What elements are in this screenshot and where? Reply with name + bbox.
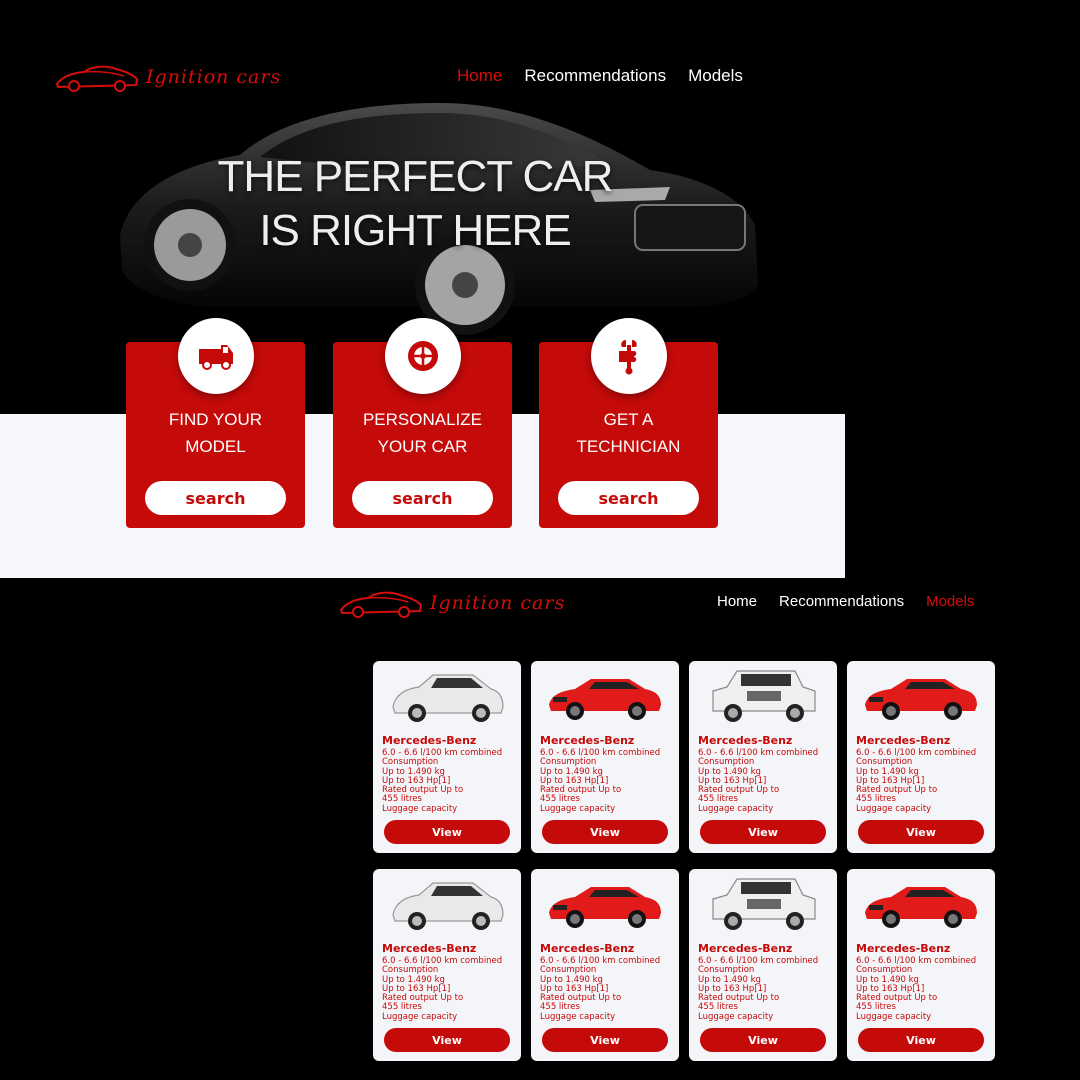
- sports-car-logo-icon: [55, 65, 139, 92]
- model-name: Mercedes-Benz: [382, 734, 477, 747]
- service-title: GET A TECHNICIAN: [539, 406, 718, 460]
- spec-line: Luggage capacity: [540, 803, 616, 814]
- hero-line-2: IS RIGHT HERE: [259, 206, 571, 255]
- search-button[interactable]: search: [558, 481, 699, 515]
- model-name: Mercedes-Benz: [856, 942, 951, 955]
- main-nav: Home Recommendations Models: [717, 593, 974, 610]
- model-specs: 6.0 - 6.6 l/100 km combined Consumption Up…: [540, 956, 660, 1022]
- model-card: Mercedes-Benz 6.0 - 6.6 l/100 km combined…: [847, 661, 995, 853]
- model-name: Mercedes-Benz: [540, 942, 635, 955]
- model-specs: 6.0 - 6.6 l/100 km combined Consumption Up…: [698, 748, 818, 814]
- spec-line: Luggage capacity: [540, 1011, 616, 1022]
- view-button[interactable]: View: [384, 1028, 510, 1052]
- brand-logo[interactable]: Ignition cars: [338, 586, 565, 620]
- service-title-line: MODEL: [185, 437, 246, 456]
- model-specs: 6.0 - 6.6 l/100 km combined Consumption Up…: [698, 956, 818, 1022]
- view-button[interactable]: View: [858, 1028, 984, 1052]
- model-card: Mercedes-Benz 6.0 - 6.6 l/100 km combined…: [847, 869, 995, 1061]
- wrench-hand-icon: [618, 340, 637, 375]
- view-button[interactable]: View: [700, 1028, 826, 1052]
- van-icon: [198, 345, 233, 370]
- sports-car-logo-icon: [339, 591, 423, 618]
- model-specs: 6.0 - 6.6 l/100 km combined Consumption Up…: [856, 956, 976, 1022]
- service-title-line: YOUR CAR: [377, 437, 468, 456]
- service-card-technician: GET A TECHNICIAN search: [539, 318, 718, 528]
- nav-models[interactable]: Models: [688, 66, 743, 86]
- white-suv-image: [392, 674, 504, 722]
- service-title-line: TECHNICIAN: [576, 437, 681, 456]
- brand-name: Ignition cars: [430, 592, 566, 614]
- model-card: Mercedes-Benz 6.0 - 6.6 l/100 km combined…: [531, 869, 679, 1061]
- main-nav: Home Recommendations Models: [457, 66, 743, 86]
- service-icon-circle: [590, 318, 667, 394]
- model-card: Mercedes-Benz 6.0 - 6.6 l/100 km combined…: [373, 661, 521, 853]
- service-card-personalize: PERSONALIZE YOUR CAR search: [333, 318, 512, 528]
- service-title: PERSONALIZE YOUR CAR: [333, 406, 512, 460]
- spec-line: Luggage capacity: [698, 803, 774, 814]
- red-coupe-image: [549, 679, 661, 720]
- nav-models[interactable]: Models: [926, 593, 974, 610]
- service-icon-circle: [384, 318, 461, 394]
- model-card: Mercedes-Benz 6.0 - 6.6 l/100 km combined…: [689, 661, 837, 853]
- search-button[interactable]: search: [352, 481, 493, 515]
- model-card: Mercedes-Benz 6.0 - 6.6 l/100 km combined…: [531, 661, 679, 853]
- service-title-line: FIND YOUR: [168, 410, 263, 429]
- nav-recommendations[interactable]: Recommendations: [779, 593, 904, 610]
- red-coupe-image: [865, 887, 977, 928]
- model-specs: 6.0 - 6.6 l/100 km combined Consumption Up…: [856, 748, 976, 814]
- service-card-find-model: FIND YOUR MODEL search: [126, 318, 305, 528]
- model-name: Mercedes-Benz: [698, 734, 793, 747]
- model-card: Mercedes-Benz 6.0 - 6.6 l/100 km combined…: [373, 869, 521, 1061]
- model-card: Mercedes-Benz 6.0 - 6.6 l/100 km combined…: [689, 869, 837, 1061]
- service-title: FIND YOUR MODEL: [126, 406, 305, 460]
- hero-line-1: THE PERFECT CAR: [217, 152, 614, 201]
- brand-logo[interactable]: Ignition cars: [54, 60, 281, 94]
- brand-name: Ignition cars: [146, 66, 282, 88]
- search-button[interactable]: search: [145, 481, 286, 515]
- model-name: Mercedes-Benz: [698, 942, 793, 955]
- view-button[interactable]: View: [542, 1028, 668, 1052]
- model-name: Mercedes-Benz: [856, 734, 951, 747]
- view-button[interactable]: View: [384, 820, 510, 844]
- model-specs: 6.0 - 6.6 l/100 km combined Consumption Up…: [382, 956, 502, 1022]
- red-coupe-image: [865, 679, 977, 720]
- model-specs: 6.0 - 6.6 l/100 km combined Consumption Up…: [540, 748, 660, 814]
- view-button[interactable]: View: [858, 820, 984, 844]
- home-page-frame: Ignition cars Home Recommendations Model…: [0, 0, 845, 578]
- white-suv-image: [392, 882, 504, 930]
- spec-line: Luggage capacity: [698, 1011, 774, 1022]
- wheel-icon: [407, 341, 438, 371]
- view-button[interactable]: View: [700, 820, 826, 844]
- spec-line: Luggage capacity: [856, 1011, 932, 1022]
- red-coupe-image: [549, 887, 661, 928]
- model-specs: 6.0 - 6.6 l/100 km combined Consumption Up…: [382, 748, 502, 814]
- model-name: Mercedes-Benz: [382, 942, 477, 955]
- service-title-line: PERSONALIZE: [362, 410, 483, 429]
- service-icon-circle: [177, 318, 254, 394]
- hero-headline: THE PERFECT CAR IS RIGHT HERE: [190, 150, 640, 258]
- service-title-line: GET A: [603, 410, 654, 429]
- nav-home[interactable]: Home: [717, 593, 757, 610]
- white-4x4-image: [712, 878, 816, 930]
- spec-line: Luggage capacity: [382, 803, 458, 814]
- nav-recommendations[interactable]: Recommendations: [524, 66, 666, 86]
- spec-line: Luggage capacity: [856, 803, 932, 814]
- white-4x4-image: [712, 670, 816, 722]
- spec-line: Luggage capacity: [382, 1011, 458, 1022]
- nav-home[interactable]: Home: [457, 66, 502, 86]
- view-button[interactable]: View: [542, 820, 668, 844]
- models-page-frame: Ignition cars Home Recommendations Model…: [0, 578, 1080, 1080]
- model-name: Mercedes-Benz: [540, 734, 635, 747]
